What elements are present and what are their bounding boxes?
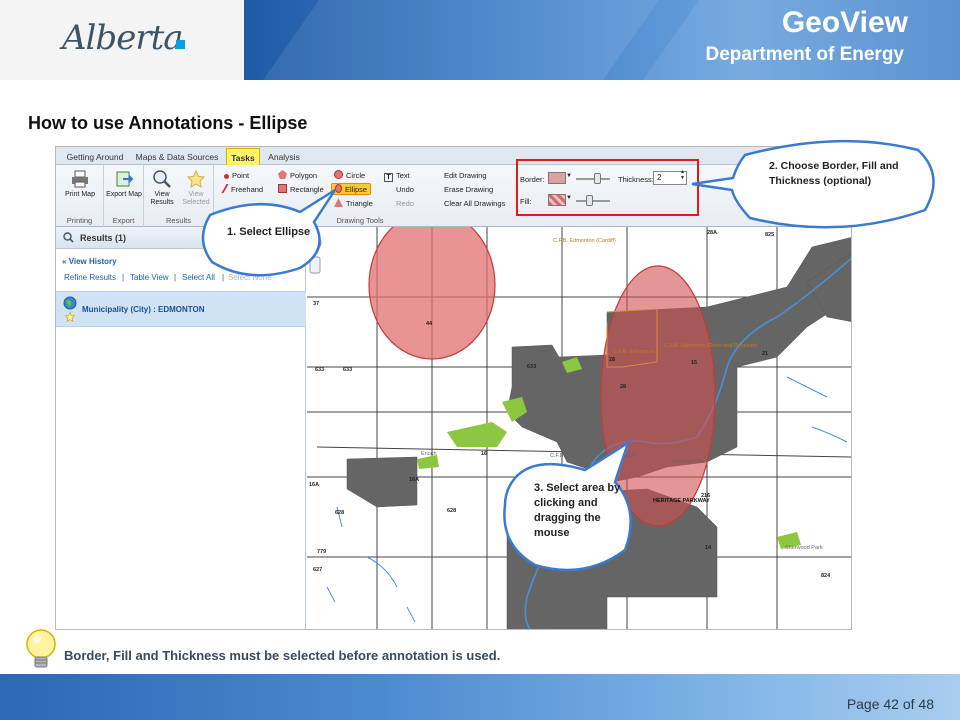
callout-bubbles: [201, 139, 935, 572]
page-number: Page 42 of 48: [846, 696, 934, 712]
lightbulb-icon: [26, 629, 56, 668]
tip-text: Border, Fill and Thickness must be selec…: [64, 648, 501, 663]
callout-step-1: 1. Select Ellipse: [227, 226, 311, 238]
slide-footer: Page 42 of 48: [0, 674, 960, 720]
callout-step-2: 2. Choose Border, Fill and Thickness (op…: [769, 160, 899, 187]
callout-step-3: 3. Select area by clicking and dragging …: [534, 482, 621, 539]
